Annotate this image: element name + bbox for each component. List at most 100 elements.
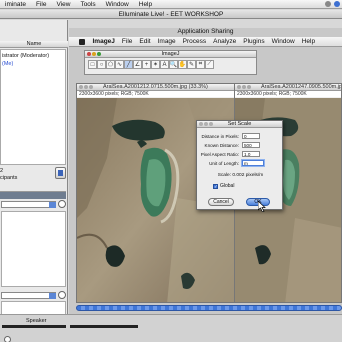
text-tool-button[interactable]: A [160,60,169,69]
line-tool-icon: ╱ [126,62,131,68]
menu-help[interactable]: Help [298,38,318,45]
menu-analyze[interactable]: Analyze [210,38,240,45]
emoticon-icon[interactable] [58,291,66,299]
chat-input[interactable] [1,301,66,315]
poly-tool-button[interactable]: ⬠ [106,60,115,69]
pencil-tool-button[interactable]: ⟋ [205,60,214,69]
menu-elluminate[interactable]: iminate [0,1,31,8]
menu-process[interactable]: Process [179,38,209,45]
poly-tool-icon: ⬠ [107,62,114,68]
distance-in-pixels-label: Distance in Pixels: [201,134,239,139]
known-distance-row: Known Distance: 500 [197,142,284,149]
chat-transcript[interactable] [1,211,66,287]
oval-tool-icon: ○ [99,61,104,68]
pixel-aspect-ratio-field[interactable]: 1.0 [242,151,260,157]
horizontal-scrollbar[interactable] [76,305,342,311]
speaker-level-slider[interactable] [70,325,138,328]
close-icon[interactable] [87,52,91,56]
image-window-title: AralSea.A2001212.0715.500m.jpg (33.3%) [77,84,235,91]
elluminate-title-bar: Elluminate Live! - EET WORKSHOP [0,10,342,19]
window-controls [87,52,101,56]
menu-file[interactable]: File [118,38,135,45]
window-controls [199,122,213,126]
chat-recipient-select[interactable] [1,292,56,299]
microphone-level-slider[interactable] [2,325,66,328]
global-option[interactable]: ✓ Global [213,183,234,189]
extra-tool-icon: ⌗ [198,61,203,67]
known-distance-field[interactable]: 500 [242,142,260,148]
minimize-icon[interactable] [204,122,208,126]
chevron-down-icon[interactable] [49,202,56,208]
unit-of-length-field[interactable]: m [242,160,264,166]
distance-in-pixels-row: Distance in Pixels: 0 [197,133,284,140]
participants-header: Name [0,41,68,48]
microphone-knob[interactable] [4,336,11,342]
global-checkbox[interactable]: ✓ [213,183,218,189]
menu-edit[interactable]: Edit [136,38,154,45]
image-info: 2300x3600 pixels; RGB; 7500K [77,91,235,97]
close-icon[interactable] [199,122,203,126]
zoom-icon[interactable] [247,85,251,89]
pixel-aspect-ratio-label: Pixel Aspect Ratio: [200,152,239,157]
freehand-tool-button[interactable]: ∿ [115,60,124,69]
set-scale-dialog: Set Scale Distance in Pixels: 0 Known Di… [196,120,283,210]
tool-buttons: □ ○ ⬠ ∿ ╱ ∠ + ✶ A 🔍 ✋ ✎ ⌗ ⟋ [88,60,214,69]
imagej-toolbar-title: ImageJ [85,51,256,58]
clock-icon[interactable] [58,200,66,208]
speaker-label: Speaker [26,318,47,324]
point-tool-button[interactable]: + [142,60,151,69]
angle-tool-icon: ∠ [134,62,141,68]
freehand-tool-icon: ∿ [116,62,123,68]
menu-image[interactable]: Image [154,38,179,45]
apple-icon[interactable] [79,38,85,45]
known-distance-label: Known Distance: [204,143,239,148]
menu-extras [325,1,340,7]
close-icon[interactable] [79,85,83,89]
rect-tool-button[interactable]: □ [88,60,97,69]
menu-window[interactable]: Window [268,38,298,45]
rect-tool-icon: □ [90,61,95,68]
cancel-button[interactable]: Cancel [208,198,234,206]
menu-file[interactable]: File [31,1,51,8]
oval-tool-button[interactable]: ○ [97,60,106,69]
menu-view[interactable]: View [51,1,75,8]
spotlight-icon[interactable] [334,1,340,7]
chevron-down-icon[interactable] [49,293,56,299]
text-tool-icon: A [162,61,167,68]
participant-moderator[interactable]: istrator (Moderator) [2,53,49,59]
wand-tool-button[interactable]: ✶ [151,60,160,69]
extra-tool-button[interactable]: ⌗ [196,60,205,69]
hand-tool-button[interactable]: ✋ [178,60,187,69]
participant-window-button[interactable] [55,167,66,179]
menu-help[interactable]: Help [134,1,157,8]
menu-imagej[interactable]: ImageJ [89,38,118,45]
participant-self[interactable]: (Me) [2,61,13,67]
zoom-tool-button[interactable]: 🔍 [169,60,178,69]
menu-window[interactable]: Window [101,1,134,8]
menu-tools[interactable]: Tools [75,1,100,8]
mouse-pointer-icon [258,201,266,212]
pixel-aspect-ratio-row: Pixel Aspect Ratio: 1.0 [197,151,284,158]
menu-plugins[interactable]: Plugins [240,38,268,45]
chat-filter-select[interactable] [1,201,56,208]
sync-icon[interactable] [325,1,331,7]
participants-list[interactable]: istrator (Moderator) (Me) [0,49,66,165]
distance-in-pixels-field[interactable]: 0 [242,133,260,139]
zoom-icon[interactable] [97,52,101,56]
dropper-tool-button[interactable]: ✎ [187,60,196,69]
unit-of-length-label: Unit of Length: [209,161,239,166]
angle-tool-button[interactable]: ∠ [133,60,142,69]
zoom-tool-icon: 🔍 [169,62,178,68]
participant-count: 2 [0,168,4,174]
line-tool-button[interactable]: ╱ [124,60,133,69]
zoom-icon[interactable] [89,85,93,89]
minimize-icon[interactable] [84,85,88,89]
unit-of-length-row: Unit of Length: m [197,160,284,167]
chat-header-bar [0,191,66,199]
zoom-icon[interactable] [209,122,213,126]
close-icon[interactable] [237,85,241,89]
minimize-icon[interactable] [92,52,96,56]
pencil-tool-icon: ⟋ [207,61,212,67]
image-info: 2300x3600 pixels; RGB; 7500K [235,91,341,97]
minimize-icon[interactable] [242,85,246,89]
